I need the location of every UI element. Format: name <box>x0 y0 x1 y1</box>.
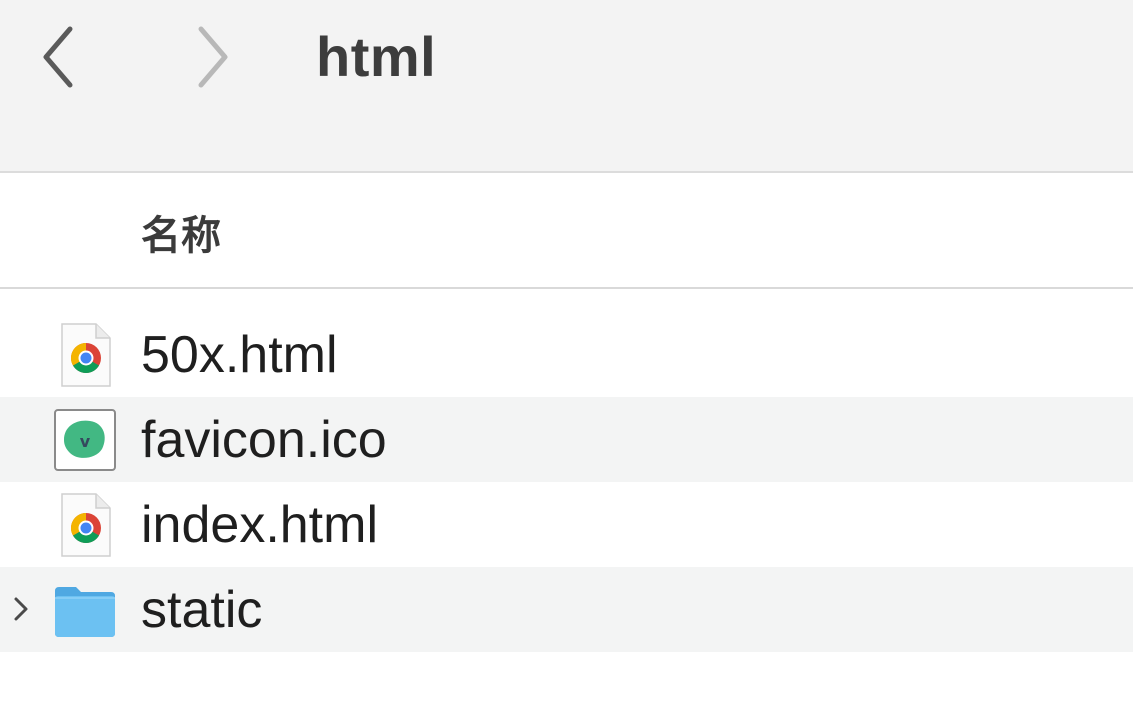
file-row-index-html[interactable]: index.html <box>0 482 1133 567</box>
file-name: index.html <box>141 496 378 554</box>
disclosure-triangle-icon[interactable] <box>6 591 36 627</box>
file-row-favicon-ico[interactable]: v favicon.ico <box>0 397 1133 482</box>
chrome-html-file-icon <box>52 322 118 388</box>
column-header-bar: 名称 <box>0 173 1133 289</box>
folder-name: static <box>141 581 263 639</box>
file-name: 50x.html <box>141 326 338 384</box>
chevron-left-icon <box>43 26 73 88</box>
folder-icon <box>52 577 118 643</box>
svg-text:v: v <box>80 432 91 451</box>
toolbar: html <box>0 0 1133 173</box>
folder-row-static[interactable]: static <box>0 567 1133 652</box>
chevron-right-icon <box>198 26 228 88</box>
chrome-html-file-icon <box>52 492 118 558</box>
name-column-header[interactable]: 名称 <box>141 203 221 261</box>
back-button[interactable] <box>28 22 88 92</box>
file-row-50x-html[interactable]: 50x.html <box>0 312 1133 397</box>
file-list: 50x.html v favicon.ico index.html static <box>0 312 1133 652</box>
window-title: html <box>316 25 437 88</box>
forward-button[interactable] <box>183 22 243 92</box>
file-name: favicon.ico <box>141 411 387 469</box>
vue-favicon-file-icon: v <box>52 407 118 473</box>
